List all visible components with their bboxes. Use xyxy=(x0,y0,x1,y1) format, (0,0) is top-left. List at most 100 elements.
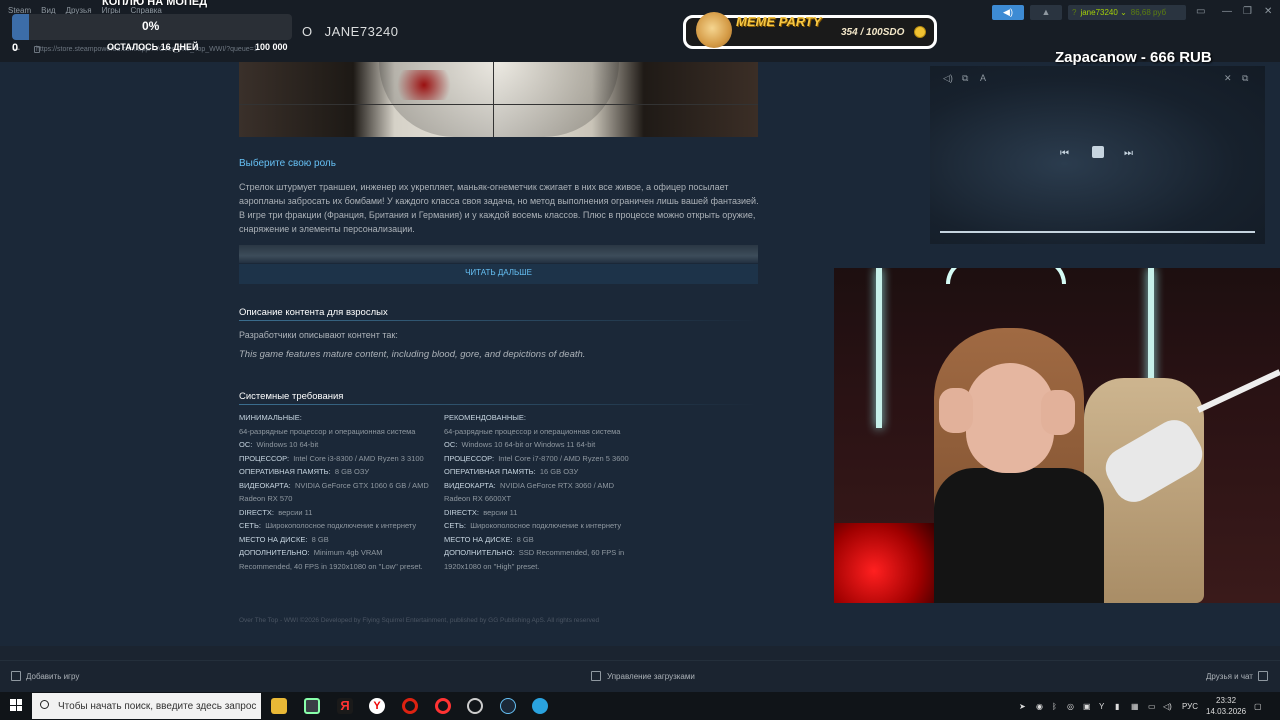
sysreq-gpu: ВИДЕОКАРТА: NVIDIA GeForce RTX 3060 / AM… xyxy=(444,480,615,504)
sysreq-cpu: ПРОЦЕССОР: Intel Core i7-8700 / AMD Ryze… xyxy=(444,453,629,463)
tab-username[interactable]: О JANE73240 xyxy=(290,24,399,39)
sysreq-heading: Системные требования xyxy=(239,391,344,402)
streamer-hand xyxy=(939,388,973,433)
pause-icon[interactable] xyxy=(1092,146,1104,158)
goal-time-left: ОСТАЛОСЬ 16 ДНЕЙ xyxy=(107,42,199,52)
telegram-icon[interactable] xyxy=(532,698,548,714)
sysreq-extra: ДОПОЛНИТЕЛЬНО: Minimum 4gb VRAM Recommen… xyxy=(239,548,423,571)
close-icon[interactable]: ✕ xyxy=(1264,6,1272,17)
plus-icon xyxy=(11,671,21,681)
store-icon[interactable] xyxy=(304,698,320,714)
close-icon[interactable]: ✕ xyxy=(1224,73,1232,84)
neon-light xyxy=(876,268,882,428)
yandex-tray-icon[interactable]: Y xyxy=(1099,702,1104,711)
meme-party-title: MEME PARTY xyxy=(736,14,822,29)
clock-date: 14.03.2026 xyxy=(1206,707,1247,716)
chat-icon[interactable] xyxy=(1258,671,1268,681)
sysreq-disk: МЕСТО НА ДИСКЕ: 8 GB xyxy=(239,534,329,544)
help-icon: ? xyxy=(1072,8,1077,17)
yandex-icon[interactable]: Я xyxy=(337,698,353,714)
steam-tray-icon[interactable]: ◎ xyxy=(1067,702,1074,711)
game-description: Стрелок штурмует траншеи, инженер их укр… xyxy=(239,182,759,234)
scope-crosshair xyxy=(239,104,758,105)
sysreq-header: МИНИМАЛЬНЫЕ: xyxy=(239,413,302,422)
coin-icon xyxy=(914,26,926,38)
downloads-button[interactable]: Управление загрузками xyxy=(607,672,695,681)
streamer-hand xyxy=(1041,390,1075,435)
webcam-feed xyxy=(834,268,1280,603)
maximize-icon[interactable]: ❐ xyxy=(1243,6,1252,17)
sysreq-minimum: МИНИМАЛЬНЫЕ: 64-разрядные процессор и оп… xyxy=(239,411,434,573)
windows-start-icon[interactable] xyxy=(10,699,22,711)
legal-text: Over The Top - WWI ©2026 Developed by Fl… xyxy=(239,617,600,624)
read-more-fade xyxy=(239,245,758,263)
file-explorer-icon[interactable] xyxy=(271,698,287,714)
volume-icon[interactable]: ◁) xyxy=(1163,702,1172,711)
read-more-button[interactable]: ЧИТАТЬ ДАЛЬШЕ xyxy=(239,264,758,284)
account-menu[interactable]: ? jane73240 ⌄ 86,68 руб xyxy=(1068,5,1186,20)
divider xyxy=(239,404,758,405)
bell-icon: ▲ xyxy=(1041,7,1051,17)
telegram-tray-icon[interactable]: ➤ xyxy=(1019,702,1026,711)
tray-icon[interactable]: ▣ xyxy=(1083,702,1091,711)
next-track-icon[interactable]: ⏭ xyxy=(1124,148,1133,159)
notification-center-icon[interactable]: ▢ xyxy=(1254,702,1262,711)
account-name: jane73240 xyxy=(1080,8,1118,17)
goal-percent: 0% xyxy=(142,19,160,33)
sysreq-gpu: ВИДЕОКАРТА: NVIDIA GeForce GTX 1060 6 GB… xyxy=(239,480,429,504)
sysreq-ram: ОПЕРАТИВНАЯ ПАМЯТЬ: 8 GB ОЗУ xyxy=(239,467,370,476)
meme-party-widget: MEME PARTY 354 / 100SDO xyxy=(683,12,937,49)
network-icon[interactable]: ▭ xyxy=(1148,702,1156,711)
neon-arc xyxy=(946,268,1066,284)
sysreq-disk: МЕСТО НА ДИСКЕ: 8 GB xyxy=(444,534,534,544)
battery-icon[interactable]: ▮ xyxy=(1115,702,1119,711)
donation-alert: Zapacanow - 666 RUB xyxy=(1055,49,1212,66)
bluetooth-icon[interactable]: ᛒ xyxy=(1052,702,1057,711)
tab-username-label: JANE73240 xyxy=(324,24,399,39)
taskbar-clock[interactable]: 23:32 14.03.2026 xyxy=(1206,695,1246,717)
volume-icon[interactable]: ◁) xyxy=(943,73,953,84)
adult-content-quote: This game features mature content, inclu… xyxy=(239,349,586,360)
role-link[interactable]: Выберите свою роль xyxy=(239,158,336,169)
sysreq-network: СЕТЬ: Широкополосное подключение к интер… xyxy=(444,521,622,530)
chevron-down-icon: ⌄ xyxy=(1120,8,1127,17)
megaphone-icon: ◀) xyxy=(1003,7,1013,17)
blood-splatter xyxy=(389,70,459,100)
sysreq-ram: ОПЕРАТИВНАЯ ПАМЯТЬ: 16 GB ОЗУ xyxy=(444,467,579,476)
sysreq-bits: 64-разрядные процессор и операционная си… xyxy=(444,426,621,436)
divider xyxy=(0,660,1280,661)
minimize-icon[interactable]: — xyxy=(1222,6,1232,17)
previous-track-icon[interactable]: ⏮ xyxy=(1060,148,1069,159)
opera-icon[interactable] xyxy=(402,698,418,714)
adult-content-lead: Разработчики описывают контент так: xyxy=(239,330,398,340)
opera-gx-icon[interactable] xyxy=(435,698,451,714)
tray-icon[interactable]: ▦ xyxy=(1131,702,1139,711)
popout-icon[interactable]: ⧉ xyxy=(1242,73,1248,84)
wallet-balance: 86,68 руб xyxy=(1130,8,1167,17)
friends-chat-button[interactable]: Друзья и чат xyxy=(1206,672,1253,681)
goal-target: 100 000 xyxy=(255,42,288,52)
search-icon xyxy=(40,700,49,709)
goal-title: КОПЛЮ НА МОПЕД xyxy=(102,0,208,8)
sysreq-extra: ДОПОЛНИТЕЛЬНО: SSD Recommended, 60 FPS i… xyxy=(444,548,625,571)
add-game-button[interactable]: Добавить игру xyxy=(26,672,79,681)
mic-arm xyxy=(1196,369,1280,413)
notifications-button[interactable]: ▲ xyxy=(1030,5,1062,20)
yandex-browser-icon[interactable]: Y xyxy=(369,698,385,714)
announcement-button[interactable]: ◀) xyxy=(992,5,1024,20)
sysreq-cpu: ПРОЦЕССОР: Intel Core i3-8300 / AMD Ryze… xyxy=(239,453,424,463)
big-picture-icon[interactable]: ▭ xyxy=(1196,6,1205,17)
tray-icon[interactable]: ◉ xyxy=(1036,702,1043,711)
sysreq-header: РЕКОМЕНДОВАННЫЕ: xyxy=(444,413,527,422)
goal-progress-fill xyxy=(12,14,29,40)
text-icon[interactable]: A xyxy=(980,73,986,83)
obs-icon[interactable] xyxy=(467,698,483,714)
game-screenshot[interactable] xyxy=(239,62,758,137)
sysreq-os: ОС: Windows 10 64-bit or Windows 11 64-b… xyxy=(444,440,596,449)
copy-icon[interactable]: ⧉ xyxy=(962,73,968,84)
player-progress-bar[interactable] xyxy=(940,231,1255,233)
language-indicator[interactable]: РУС xyxy=(1182,702,1198,711)
steam-icon[interactable] xyxy=(500,698,516,714)
meme-party-count: 354 / 100SDO xyxy=(841,27,905,38)
sysreq-recommended: РЕКОМЕНДОВАННЫЕ: 64-разрядные процессор … xyxy=(444,411,639,573)
